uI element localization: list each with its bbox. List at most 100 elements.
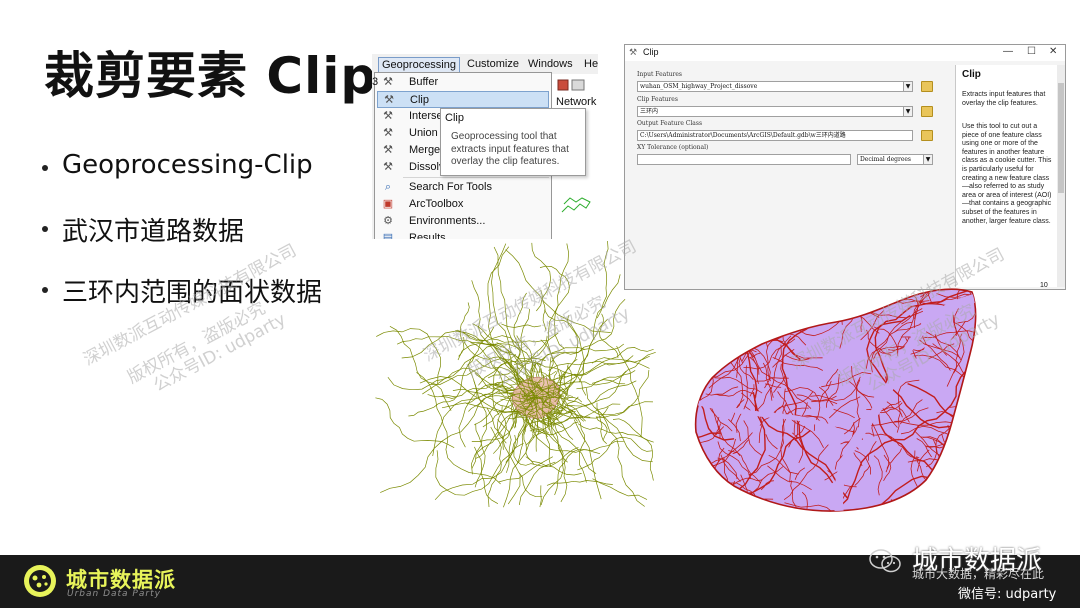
road-segment <box>706 495 729 511</box>
network-label: Network <box>556 96 597 108</box>
road-segment <box>803 283 810 288</box>
road-segment <box>695 289 708 345</box>
clip-features-value: 三环内 <box>640 108 659 115</box>
close-button[interactable]: ✕ <box>1049 46 1057 57</box>
road-segment <box>565 380 637 407</box>
hammer-icon: ⚒ <box>383 144 393 156</box>
road-segment <box>947 478 976 493</box>
scrollbar-thumb[interactable] <box>1058 83 1064 193</box>
road-segment <box>922 489 929 508</box>
road-segment <box>708 289 739 300</box>
bullet-text: 武汉市道路数据 <box>62 217 245 247</box>
menu-help[interactable]: He <box>581 57 598 73</box>
minimize-button[interactable]: — <box>1003 46 1013 57</box>
road-segment <box>695 446 701 464</box>
road-segment <box>525 456 582 476</box>
menu-item-environments[interactable]: ⚙ Environments... <box>377 213 549 230</box>
dialog-corner-text: 10 <box>1040 282 1048 289</box>
help-summary: Extracts input features that overlay the… <box>962 91 1046 107</box>
road-segment <box>708 291 751 300</box>
bullet-dot <box>42 226 48 232</box>
arcmap-menubar: Geoprocessing Customize Windows He <box>372 54 598 74</box>
tolerance-unit-select[interactable]: Decimal degrees ▼ <box>857 154 933 165</box>
road-segment <box>458 302 470 357</box>
road-segment <box>729 298 767 320</box>
menu-customize[interactable]: Customize <box>464 57 522 73</box>
clip-features-label: Clip Features <box>637 96 678 103</box>
road-segment <box>586 388 653 463</box>
dialog-titlebar: ⚒ Clip — ☐ ✕ <box>625 45 1065 61</box>
road-segment <box>785 289 791 318</box>
road-segment <box>935 484 941 511</box>
road-segment <box>738 289 747 311</box>
wechat-slogan: 城市大数据，精彩尽在此 <box>912 567 1045 581</box>
road-segment <box>758 289 824 295</box>
clipped-roads-map <box>694 283 977 512</box>
hammer-icon: ⚒ <box>383 127 393 139</box>
bullet-text: Geoprocessing-Clip <box>62 150 313 180</box>
road-segment <box>961 404 976 410</box>
folder-open-icon[interactable] <box>921 106 933 117</box>
road-segment <box>720 289 746 301</box>
dialog-title: Clip <box>643 47 659 57</box>
road-segment <box>974 412 976 423</box>
menu-item-arctoolbox[interactable]: ▣ ArcToolbox <box>377 196 549 213</box>
chevron-down-icon[interactable]: ▼ <box>923 155 932 164</box>
road-segment <box>724 502 734 511</box>
output-feature-class-value: C:\Users\Administrator\Documents\ArcGIS\… <box>640 132 846 139</box>
road-segment <box>954 428 965 447</box>
hammer-icon: ⚒ <box>383 110 393 122</box>
road-segment <box>408 356 475 417</box>
road-segment <box>498 456 553 483</box>
road-segment <box>472 323 559 343</box>
menu-item-search-for-tools[interactable]: ⌕ Search For Tools <box>377 179 549 196</box>
road-segment <box>780 290 816 325</box>
road-segment <box>955 445 976 474</box>
road-segment <box>753 289 771 342</box>
clip-features-combo[interactable]: 三环内 ▼ <box>637 106 913 117</box>
road-segment <box>755 289 776 303</box>
road-segment <box>736 289 754 292</box>
road-segment <box>812 284 818 288</box>
road-segment <box>724 295 739 321</box>
bullet-dot <box>42 165 48 171</box>
road-segment <box>947 484 976 505</box>
folder-open-icon[interactable] <box>921 81 933 92</box>
maximize-button[interactable]: ☐ <box>1027 46 1036 57</box>
road-segment <box>596 240 609 319</box>
urban-data-party-logo-icon <box>24 565 56 597</box>
road-segment <box>974 406 976 416</box>
wechat-id: 微信号: udparty <box>958 587 1057 602</box>
road-segment <box>698 500 709 511</box>
chevron-down-icon[interactable]: ▼ <box>903 107 912 116</box>
road-segment <box>962 286 977 287</box>
hammer-icon: ⚒ <box>629 47 638 57</box>
chevron-down-icon[interactable]: ▼ <box>903 82 912 91</box>
road-segment <box>719 498 774 511</box>
menu-windows[interactable]: Windows <box>525 57 576 73</box>
tooltip-body: Geoprocessing tool that extracts input f… <box>451 131 569 167</box>
menu-item-buffer[interactable]: ⚒ Buffer <box>377 74 549 91</box>
xy-tolerance-input[interactable] <box>637 154 851 165</box>
bullet-list: Geoprocessing-Clip 武汉市道路数据 三环内范围的面状数据 <box>42 150 322 333</box>
menu-geoprocessing[interactable]: Geoprocessing <box>378 57 460 73</box>
output-feature-class-input[interactable]: C:\Users\Administrator\Documents\ArcGIS\… <box>637 130 913 141</box>
input-features-value: wuhan_OSM_highway_Project_dissove <box>640 83 758 90</box>
road-segment <box>548 360 650 371</box>
road-segment <box>573 419 602 500</box>
folder-open-icon[interactable] <box>921 130 933 141</box>
road-segment <box>750 289 755 331</box>
help-scrollbar[interactable] <box>1057 65 1065 287</box>
brand-name-en: Urban Data Party <box>67 589 161 599</box>
road-segment <box>727 308 755 342</box>
road-segment <box>396 335 515 356</box>
input-features-combo[interactable]: wuhan_OSM_highway_Project_dissove ▼ <box>637 81 913 92</box>
tooltip-title: Clip <box>445 112 464 124</box>
road-segment <box>591 347 654 364</box>
road-segment <box>734 289 802 305</box>
road-segment <box>577 437 652 471</box>
road-segment <box>717 309 752 313</box>
menu-item-clip[interactable]: ⚒ Clip <box>377 91 549 108</box>
road-segment <box>493 246 521 352</box>
bullet-text: 三环内范围的面状数据 <box>62 278 323 308</box>
